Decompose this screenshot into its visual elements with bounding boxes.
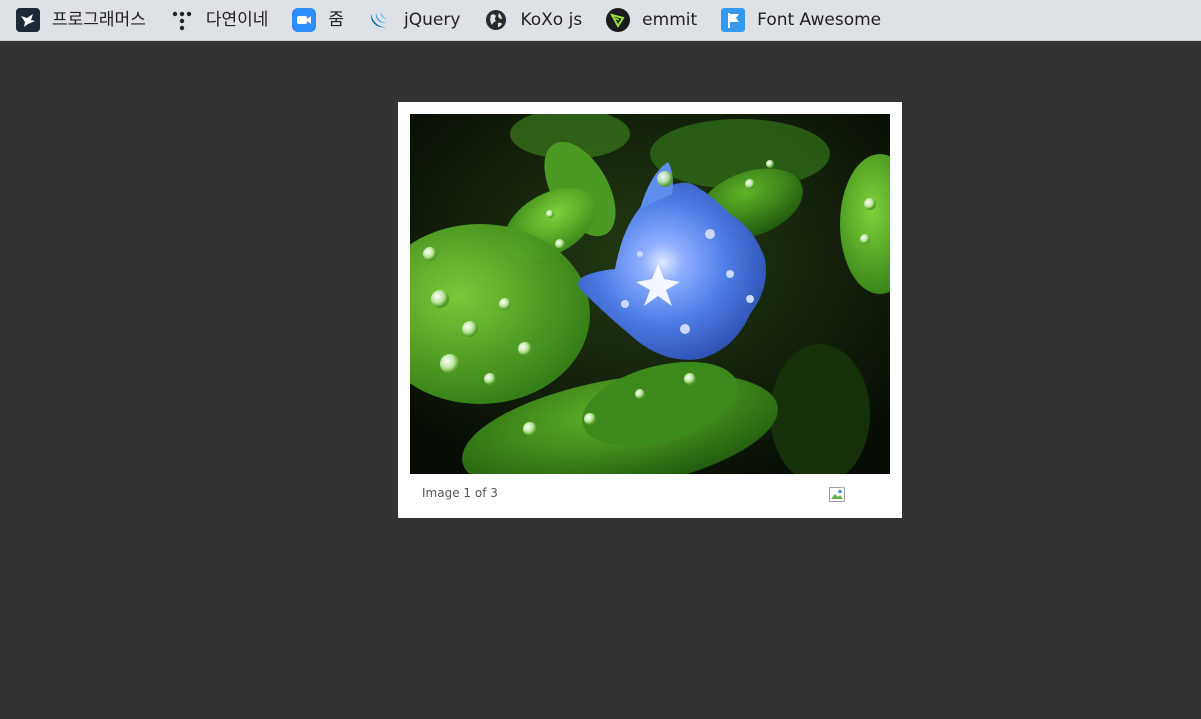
dots-icon — [170, 8, 194, 32]
emmet-icon — [606, 8, 631, 32]
globe-icon — [484, 8, 508, 32]
broken-image-icon[interactable] — [829, 487, 848, 505]
bookmark-label: jQuery — [404, 10, 461, 30]
bookmark-dayeonine[interactable]: 다연이네 — [170, 5, 269, 35]
bookmark-label: KoXo js — [520, 10, 583, 30]
bookmark-zoom[interactable]: 줌 — [292, 5, 344, 35]
bookmark-label: emmit — [642, 10, 698, 30]
bookmark-font-awesome[interactable]: Font Awesome — [721, 5, 881, 35]
lightbox-caption: Image 1 of 3 — [422, 486, 498, 500]
bookmark-label: Font Awesome — [757, 10, 882, 30]
bookmark-koxo[interactable]: KoXo js — [484, 5, 582, 35]
bookmark-programmers[interactable]: 프로그래머스 — [16, 5, 146, 35]
bookmark-label: 프로그래머스 — [52, 10, 146, 30]
bookmark-jquery[interactable]: jQuery — [368, 5, 460, 35]
bookmarks-bar: 프로그래머스 다연이네 줌 jQuery KoXo js emmit Font … — [0, 0, 1201, 41]
lightbox: Image 1 of 3 — [398, 102, 902, 518]
flag-icon — [721, 8, 746, 32]
jquery-icon — [368, 8, 392, 32]
bookmark-label: 다연이네 — [205, 10, 269, 30]
lightbox-image — [410, 114, 890, 474]
zoom-icon — [292, 8, 317, 32]
bookmark-emmet[interactable]: emmit — [606, 5, 697, 35]
programmers-icon — [16, 8, 40, 32]
bookmark-label: 줌 — [328, 10, 345, 30]
